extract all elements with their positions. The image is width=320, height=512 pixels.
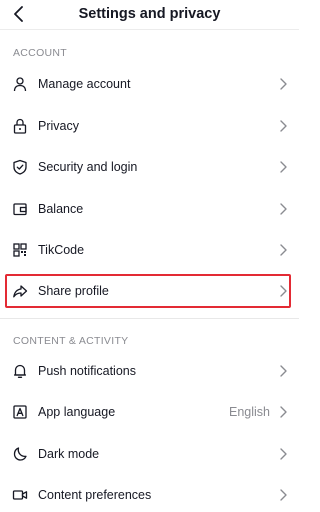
section-header-account: ACCOUNT xyxy=(13,47,68,59)
chevron-right-icon xyxy=(277,78,289,90)
chevron-right-icon xyxy=(277,406,289,418)
push-notifications-row[interactable]: Push notifications xyxy=(0,353,299,389)
row-label: Dark mode xyxy=(38,447,100,461)
row-label: Balance xyxy=(38,202,84,216)
page-title: Settings and privacy xyxy=(78,6,221,22)
row-label: Manage account xyxy=(38,77,131,91)
app-language-row[interactable]: App language English xyxy=(0,394,299,430)
dark-mode-row[interactable]: Dark mode xyxy=(0,436,299,472)
row-label: Privacy xyxy=(38,119,79,133)
balance-row[interactable]: Balance xyxy=(0,191,299,227)
chevron-right-icon xyxy=(277,448,289,460)
wallet-icon xyxy=(11,200,29,218)
privacy-row[interactable]: Privacy xyxy=(0,108,299,144)
language-value: English xyxy=(229,405,270,419)
row-label: Security and login xyxy=(38,160,138,174)
lock-icon xyxy=(11,117,29,135)
tikcode-row[interactable]: TikCode xyxy=(0,232,299,268)
header-bar: Settings and privacy xyxy=(0,0,299,30)
row-label: Push notifications xyxy=(38,364,136,378)
security-and-login-row[interactable]: Security and login xyxy=(0,149,299,185)
shield-icon xyxy=(11,158,29,176)
qr-code-icon xyxy=(11,241,29,259)
language-icon xyxy=(11,403,29,421)
row-label: App language xyxy=(38,405,116,419)
bell-icon xyxy=(11,362,29,380)
content-preferences-row[interactable]: Content preferences xyxy=(0,477,299,512)
row-label: TikCode xyxy=(38,243,85,257)
section-divider xyxy=(0,318,299,319)
chevron-right-icon xyxy=(277,489,289,501)
chevron-right-icon xyxy=(277,203,289,215)
moon-icon xyxy=(11,445,29,463)
person-icon xyxy=(11,75,29,93)
chevron-right-icon xyxy=(277,244,289,256)
manage-account-row[interactable]: Manage account xyxy=(0,66,299,102)
chevron-right-icon xyxy=(277,365,289,377)
video-icon xyxy=(11,486,29,504)
chevron-right-icon xyxy=(277,161,289,173)
section-header-content-activity: CONTENT & ACTIVITY xyxy=(13,335,129,347)
highlight-box xyxy=(5,274,291,308)
chevron-right-icon xyxy=(277,120,289,132)
row-label: Content preferences xyxy=(38,488,152,502)
